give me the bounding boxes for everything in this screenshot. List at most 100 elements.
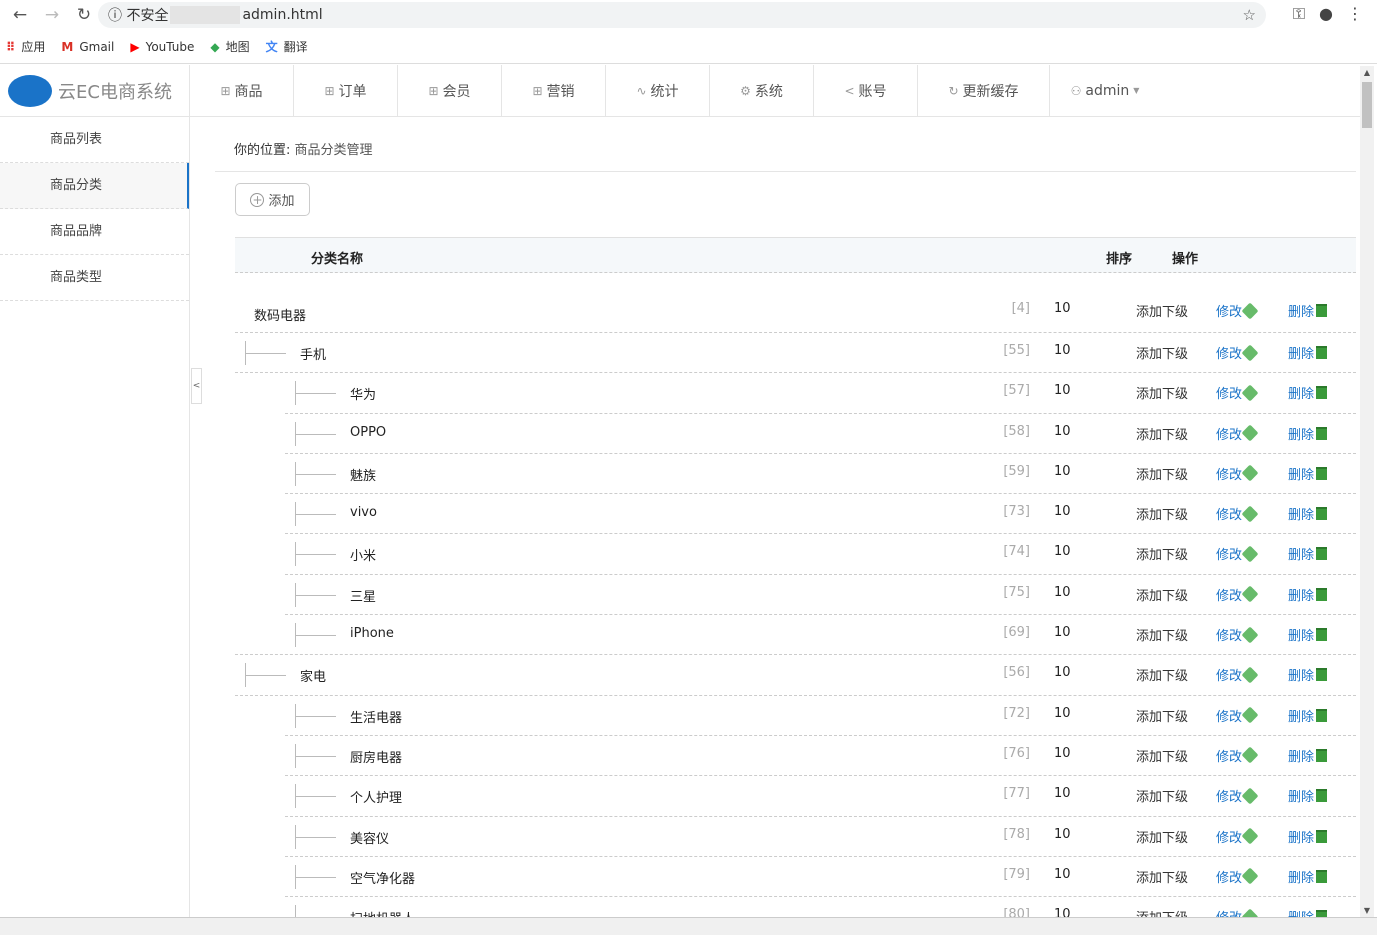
nav-label: 更新缓存 [962, 83, 1019, 100]
edit-link[interactable]: 修改 [1216, 544, 1259, 563]
forward-icon[interactable]: → [36, 5, 68, 25]
sidebar-item-2[interactable]: 商品品牌 [0, 209, 189, 255]
scroll-down-icon[interactable]: ▼ [1360, 906, 1374, 915]
sidebar-item-0[interactable]: 商品列表 [0, 117, 189, 163]
tag-icon [1241, 344, 1259, 361]
edit-link[interactable]: 修改 [1216, 464, 1259, 483]
add-subcategory-link[interactable]: 添加下级 [1136, 665, 1188, 684]
delete-link[interactable]: 删除 [1288, 585, 1328, 604]
scroll-thumb[interactable] [1362, 82, 1372, 128]
add-subcategory-link[interactable]: 添加下级 [1136, 343, 1188, 362]
category-name: vivo [350, 505, 377, 521]
delete-link[interactable]: 删除 [1288, 827, 1328, 846]
edit-link[interactable]: 修改 [1216, 746, 1259, 765]
redacted-host [170, 6, 241, 24]
nav-4[interactable]: ∿ 统计 [606, 65, 710, 116]
sidebar-item-1[interactable]: 商品分类 [0, 163, 189, 209]
logo-text: 云EC电商系统 [58, 81, 172, 103]
add-subcategory-link[interactable]: 添加下级 [1136, 827, 1188, 846]
bookmark-3[interactable]: ◆ 地图 [210, 38, 249, 55]
star-icon[interactable]: ☆ [1243, 6, 1256, 24]
add-subcategory-link[interactable]: 添加下级 [1136, 786, 1188, 805]
nav-6[interactable]: < 账号 [814, 65, 918, 116]
edit-link[interactable]: 修改 [1216, 585, 1259, 604]
add-subcategory-link[interactable]: 添加下级 [1136, 867, 1188, 886]
add-subcategory-link[interactable]: 添加下级 [1136, 907, 1188, 917]
delete-link[interactable]: 删除 [1288, 786, 1328, 805]
edit-link[interactable]: 修改 [1216, 424, 1259, 443]
add-subcategory-link[interactable]: 添加下级 [1136, 424, 1188, 443]
tree-line [295, 421, 336, 446]
logo[interactable]: 云EC电商系统 [0, 65, 190, 116]
add-subcategory-link[interactable]: 添加下级 [1136, 706, 1188, 725]
scrollbar[interactable]: ▲ ▼ [1360, 66, 1374, 917]
key-icon[interactable]: ⚿ [1293, 4, 1305, 24]
add-subcategory-link[interactable]: 添加下级 [1136, 544, 1188, 563]
tag-icon [1241, 706, 1259, 724]
nav-8[interactable]: ⚇ admin ▼ [1050, 65, 1160, 116]
profile-icon[interactable]: ● [1319, 4, 1333, 24]
delete-link[interactable]: 删除 [1288, 301, 1328, 320]
tag-icon [1241, 384, 1259, 402]
category-id: [72] [1003, 705, 1030, 721]
edit-link[interactable]: 修改 [1216, 343, 1259, 362]
tag-icon [1241, 545, 1259, 563]
bookmark-0[interactable]: ⠿ 应用 [6, 38, 45, 55]
nav-5[interactable]: ⚙ 系统 [710, 65, 814, 116]
tag-icon [1241, 746, 1259, 764]
reload-icon[interactable]: ↻ [68, 5, 100, 25]
sidebar-item-3[interactable]: 商品类型 [0, 255, 189, 301]
delete-link[interactable]: 删除 [1288, 544, 1328, 563]
nav-7[interactable]: ↻ 更新缓存 [918, 65, 1050, 116]
add-category-button[interactable]: + 添加 [235, 183, 310, 216]
scroll-up-icon[interactable]: ▲ [1360, 68, 1374, 77]
nav-2[interactable]: ⊞ 会员 [398, 65, 502, 116]
add-subcategory-link[interactable]: 添加下级 [1136, 504, 1188, 523]
add-subcategory-link[interactable]: 添加下级 [1136, 746, 1188, 765]
delete-link[interactable]: 删除 [1288, 665, 1328, 684]
edit-link[interactable]: 修改 [1216, 827, 1259, 846]
delete-link[interactable]: 删除 [1288, 706, 1328, 725]
add-subcategory-link[interactable]: 添加下级 [1136, 383, 1188, 402]
delete-link[interactable]: 删除 [1288, 625, 1328, 644]
edit-link[interactable]: 修改 [1216, 383, 1259, 402]
trash-icon [1316, 304, 1328, 317]
delete-link[interactable]: 删除 [1288, 504, 1328, 523]
edit-link[interactable]: 修改 [1216, 504, 1259, 524]
edit-link[interactable]: 修改 [1216, 786, 1259, 805]
add-subcategory-link[interactable]: 添加下级 [1136, 464, 1188, 483]
sort-value: 10 [1054, 826, 1071, 842]
edit-link[interactable]: 修改 [1216, 301, 1259, 320]
add-subcategory-link[interactable]: 添加下级 [1136, 625, 1188, 644]
edit-link[interactable]: 修改 [1216, 706, 1259, 725]
url-text: admin.html [242, 7, 323, 23]
bookmark-4[interactable]: 文翻译 [266, 38, 308, 55]
delete-link[interactable]: 删除 [1288, 343, 1328, 362]
edit-label: 修改 [1216, 508, 1243, 524]
bookmark-2[interactable]: ▶ YouTube [130, 40, 194, 54]
tree-line [295, 502, 336, 527]
edit-link[interactable]: 修改 [1216, 665, 1259, 684]
category-name: 手机 [300, 348, 327, 363]
delete-link[interactable]: 删除 [1288, 867, 1328, 886]
add-subcategory-link[interactable]: 添加下级 [1136, 301, 1188, 320]
bookmark-1[interactable]: M Gmail [61, 40, 114, 54]
nav-1[interactable]: ⊞ 订单 [294, 65, 398, 116]
edit-link[interactable]: 修改 [1216, 867, 1259, 886]
nav-0[interactable]: ⊞ 商品 [190, 65, 294, 116]
table-row: 美容仪 [78] 10 添加下级 修改 删除 [235, 817, 1356, 857]
edit-link[interactable]: 修改 [1216, 907, 1259, 917]
gmail-icon: M [61, 39, 74, 54]
address-bar[interactable]: ⓘ 不安全 admin.html ☆ [98, 2, 1266, 28]
edit-link[interactable]: 修改 [1216, 625, 1259, 644]
delete-link[interactable]: 删除 [1288, 464, 1328, 483]
add-subcategory-link[interactable]: 添加下级 [1136, 585, 1188, 604]
more-icon[interactable]: ⋮ [1347, 4, 1363, 24]
delete-link[interactable]: 删除 [1288, 907, 1328, 917]
nav-3[interactable]: ⊞ 营销 [502, 65, 606, 116]
delete-link[interactable]: 删除 [1288, 383, 1328, 402]
delete-link[interactable]: 删除 [1288, 424, 1328, 443]
delete-link[interactable]: 删除 [1288, 746, 1328, 765]
back-icon[interactable]: ← [4, 5, 36, 25]
collapse-sidebar-button[interactable]: < [191, 368, 202, 404]
